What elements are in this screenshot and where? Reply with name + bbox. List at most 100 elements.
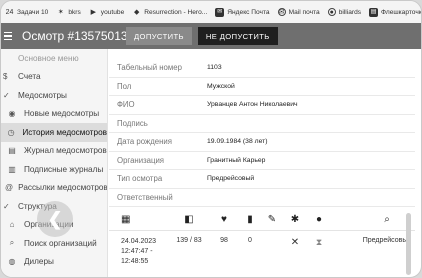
sidebar-item[interactable]: ◍ Дилеры (1, 253, 107, 272)
mail-icon: ✉ (277, 8, 286, 16)
close-icon: ✕ (290, 237, 300, 248)
sidebar-item-label: Новые медосмотры (24, 109, 100, 119)
sidebar-item-label: Счета (18, 72, 41, 82)
sidebar-item[interactable]: ◷ История медосмотров (1, 123, 107, 142)
cell-alcohol: 0 (248, 237, 252, 244)
bookmark-label: Яндекс Почта (227, 8, 270, 16)
cell-pulse: 98 (220, 237, 228, 244)
detail-row: ФИО Урванцев Антон Николаевич (109, 96, 415, 115)
bookmark-label: Флешкарточки (381, 8, 422, 16)
detail-label: Подпись (117, 118, 148, 128)
cell-pressure: 139 / 83 (176, 237, 202, 244)
sidebar-item-icon: ⌂ (9, 220, 15, 230)
sidebar-item-icon: ◉ (8, 109, 16, 119)
exam-table: ▦ ◧ ♥ ▮ ✎ ✱ ● ⌕ 24.04.2023 12:47:47 - 12:48:55 … (109, 209, 415, 277)
person-icon[interactable]: ● (307, 214, 331, 225)
billiards-icon: ● (327, 8, 336, 16)
sidebar-item[interactable]: ◉ Новые медосмотры (1, 105, 107, 124)
bookmark-item[interactable]: ✶ bkrs (56, 8, 81, 17)
shield-icon: ◆ (134, 8, 140, 16)
detail-row: Тип осмотра Предрейсовый (109, 170, 415, 189)
sidebar-item[interactable]: ✓ Медосмотры (1, 86, 107, 105)
detail-value: Мужской (207, 82, 235, 90)
detail-value: Гранитный Карьер (207, 156, 266, 164)
detail-value: Урванцев Антон Николаевич (207, 101, 298, 109)
app-window: 24 Задачи 10 ✶ bkrs ▶ youtube ◆ Resurrection - … (0, 0, 422, 278)
sidebar-item-icon: ▤ (8, 146, 16, 156)
pressure-icon[interactable]: ◧ (169, 214, 209, 225)
calendar-icon[interactable]: ▦ (109, 214, 169, 225)
sidebar-item-label: Поиск организаций (24, 238, 97, 248)
bookmark-item[interactable]: ◆ Resurrection - Hero... (132, 8, 207, 17)
bookmark-item[interactable]: ▶ youtube (89, 8, 125, 17)
sidebar-item-label: Рассылки медосмотров (18, 183, 108, 193)
bookmark-label: Mail почта (288, 8, 320, 16)
pen-icon[interactable]: ✎ (261, 214, 283, 225)
bookmark-item[interactable]: 24 Задачи 10 (5, 8, 49, 17)
table-header: ▦ ◧ ♥ ▮ ✎ ✱ ● ⌕ (109, 209, 415, 231)
sidebar-item-label: Журнал медосмотров (24, 146, 107, 156)
deny-button[interactable]: НЕ ДОПУСТИТЬ (197, 27, 278, 45)
date-line-1: 24.04.2023 (121, 238, 157, 245)
bookmark-label: Resurrection - Hero... (144, 8, 208, 16)
sidebar: Основное меню $ Счета ✓ Медосмотры ◉ Новые мед… (1, 49, 108, 277)
bookmark-item[interactable]: ● billiards (327, 8, 361, 16)
hash-icon: 24 (5, 8, 14, 16)
detail-row: Табельный номер 1103 (109, 59, 415, 78)
breathalyzer-icon[interactable]: ▮ (239, 214, 261, 225)
bookmarks-bar: 24 Задачи 10 ✶ bkrs ▶ youtube ◆ Resurrection - … (1, 1, 422, 23)
app-header: Осмотр #13575013 ДОПУСТИТЬ НЕ ДОПУСТИТЬ (1, 23, 421, 49)
sidebar-item-icon: ◷ (7, 127, 15, 137)
sidebar-item-label: Подписные журналы (24, 164, 104, 174)
bookmark-item[interactable]: ✉ Mail почта (277, 8, 320, 16)
sidebar-item-icon: $ (3, 72, 8, 82)
table-scrollbar[interactable] (406, 213, 411, 275)
chevron-down-icon: ✓ (3, 90, 10, 100)
allow-button[interactable]: ДОПУСТИТЬ (126, 27, 192, 45)
detail-value: Предрейсовый (207, 175, 255, 183)
chevron-down-icon: ✓ (3, 201, 10, 211)
detail-row: Подпись (109, 115, 415, 133)
detail-label: Ответственный (117, 192, 173, 202)
yandex-mail-icon: ✉ (215, 7, 225, 17)
detail-label: Тип осмотра (117, 174, 163, 184)
flash-icon: ▤ (369, 7, 379, 17)
sidebar-item[interactable]: ▥ Подписные журналы (1, 160, 107, 179)
sidebar-item[interactable]: ▤ Журнал медосмотров (1, 142, 107, 161)
detail-label: Табельный номер (117, 63, 182, 73)
detail-value: 19.09.1984 (38 лет) (207, 138, 268, 146)
hourglass-icon: ⧗ (315, 237, 323, 247)
sidebar-item[interactable]: Основное меню (1, 49, 107, 68)
sidebar-item-icon: @ (5, 183, 14, 193)
bookmark-label: Задачи 10 (17, 8, 49, 16)
detail-row: Организация Гранитный Карьер (109, 152, 415, 170)
alcohol-icon[interactable]: ✱ (283, 214, 307, 225)
bookmark-label: youtube (100, 8, 125, 16)
detail-row: Пол Мужской (109, 78, 415, 96)
sidebar-item-label: Дилеры (24, 257, 54, 267)
back-arrow-icon[interactable]: ❮ (37, 201, 73, 237)
cell-datetime: 24.04.2023 12:47:47 - 12:48:55 (109, 237, 169, 267)
heart-icon[interactable]: ♥ (209, 214, 239, 225)
table-row[interactable]: 24.04.2023 12:47:47 - 12:48:55 139 / 83 … (109, 231, 415, 267)
sidebar-item-label: История медосмотров (22, 127, 107, 137)
menu-icon[interactable] (4, 31, 18, 41)
detail-row: Дата рождения 19.09.1984 (38 лет) (109, 133, 415, 152)
details-panel: Табельный номер 1103 Пол Мужской ФИО Урванцев… (109, 59, 415, 207)
figure-icon: ✶ (57, 8, 64, 16)
sidebar-item-label: Медосмотры (18, 90, 67, 100)
sidebar-item[interactable]: $ Счета (1, 68, 107, 87)
sidebar-item-icon: ◍ (8, 257, 16, 267)
bookmark-item[interactable]: ✉ Яндекс Почта (215, 7, 270, 17)
date-line-2: 12:47:47 - (121, 248, 153, 255)
detail-row: Ответственный (109, 189, 415, 207)
sidebar-item-label: Основное меню (18, 53, 79, 63)
sidebar-item[interactable]: @ Рассылки медосмотров (1, 179, 107, 198)
page-title: Осмотр #13575013 (22, 29, 128, 43)
date-line-3: 12:48:55 (121, 258, 149, 265)
youtube-icon: ▶ (90, 8, 96, 16)
bookmark-item[interactable]: ▤ Флешкарточки (369, 7, 422, 17)
detail-label: Пол (117, 81, 132, 91)
bookmark-label: bkrs (68, 8, 81, 16)
sidebar-item-icon: ⌕ (9, 238, 15, 248)
